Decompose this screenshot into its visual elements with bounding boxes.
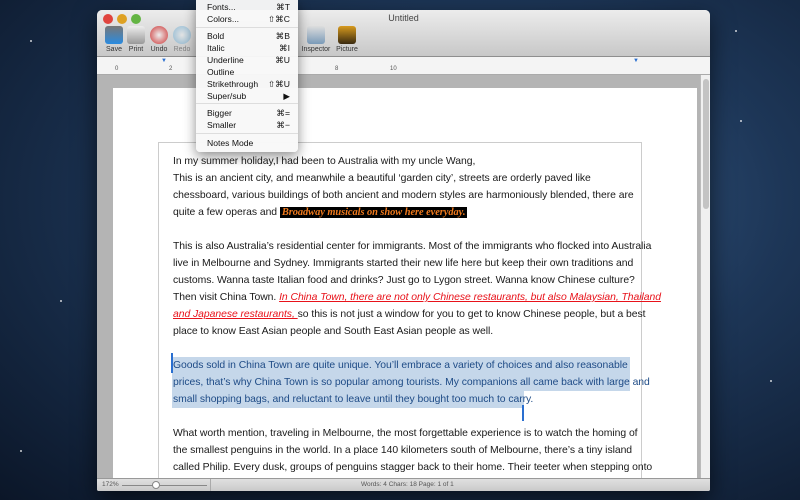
menu-item-strikethrough[interactable]: Strikethrough ⇧⌘U: [207, 79, 290, 90]
zoom-slider-thumb[interactable]: [152, 481, 160, 489]
menu-item-label: Colors...: [207, 14, 239, 24]
text-line: What worth mention, traveling in Melbour…: [173, 428, 638, 439]
text-line: the smallest penguins in the world. In a…: [173, 445, 633, 456]
text-line: and Japanese restaurants, so this is not…: [173, 306, 646, 323]
menu-item-label: Smaller: [207, 120, 237, 130]
menu-item-shortcut: ⌘B: [275, 31, 290, 41]
scrollbar-thumb[interactable]: [703, 79, 709, 209]
undo-icon: [150, 26, 168, 44]
picture-icon: [338, 26, 356, 44]
text-line: Then visit China Town. In China Town, th…: [173, 289, 661, 306]
inspector-icon: [307, 26, 325, 44]
window-title: Untitled: [388, 13, 419, 23]
text-line: chessboard, various buildings of both an…: [173, 190, 634, 201]
redo-icon: [173, 26, 191, 44]
text-line: quite a few operas and Broadway musicals…: [173, 204, 468, 221]
menu-item-shortcut: ⌘U: [275, 55, 290, 65]
text-line: This is an ancient city, and meanwhile a…: [173, 173, 591, 184]
format-font-menu: Fonts... ⌘T Colors... ⇧⌘C Bold ⌘B Italic ⌘I Unde…: [196, 0, 298, 152]
menu-separator: [196, 27, 298, 28]
red-italic-text: and Japanese restaurants,: [173, 309, 298, 320]
document-stats: Words: 4 Chars: 18 Page: 1 of 1: [361, 481, 454, 488]
right-margin-marker[interactable]: ▼: [633, 58, 639, 64]
status-bar: 172% Words: 4 Chars: 18 Page: 1 of 1: [97, 478, 710, 491]
menu-item-label: Underline: [207, 55, 244, 65]
menu-item-smaller[interactable]: Smaller ⌘−: [207, 120, 290, 131]
redo-button[interactable]: Redo: [167, 26, 197, 53]
ruler-tick: 0: [115, 66, 119, 72]
text-line: customs. Wanna taste Italian food and dr…: [173, 275, 635, 286]
undo-label: Undo: [150, 46, 168, 53]
menu-item-label: Notes Mode: [207, 138, 254, 148]
menu-item-shortcut: ⌘I: [279, 43, 290, 53]
textedit-window: Untitled Save Print Undo Redo Inspector …: [97, 10, 710, 491]
title-bar: Untitled Save Print Undo Redo Inspector …: [97, 10, 710, 57]
menu-item-italic[interactable]: Italic ⌘I: [207, 43, 290, 54]
menu-item-label: Bigger: [207, 108, 232, 118]
menu-item-shortcut: ⇧⌘C: [267, 14, 290, 24]
zoom-level: 172%: [102, 481, 119, 488]
menu-item-label: Fonts...: [207, 2, 236, 12]
inspector-button[interactable]: Inspector: [299, 26, 333, 53]
menu-item-label: Strikethrough: [207, 79, 259, 89]
menu-separator: [196, 133, 298, 134]
save-label: Save: [106, 46, 122, 53]
selected-text-line: prices, that’s why China Town is so popu…: [173, 377, 650, 388]
red-italic-text: In China Town, there are not only Chines…: [279, 292, 661, 303]
vertical-scrollbar[interactable]: [700, 75, 710, 478]
menu-item-shortcut: ⌘T: [276, 2, 290, 12]
zoom-slider[interactable]: [122, 485, 207, 486]
ruler-tick: 8: [335, 66, 339, 72]
menu-item-shortcut: ⌘−: [276, 120, 290, 130]
ruler-tick: 10: [390, 66, 397, 72]
menu-item-label: Italic: [207, 43, 225, 53]
inspector-label: Inspector: [301, 46, 331, 53]
text-run: Then visit China Town.: [173, 292, 280, 303]
menu-item-colors[interactable]: Colors... ⇧⌘C: [207, 14, 290, 25]
menu-item-outline[interactable]: Outline: [207, 67, 290, 78]
text-line: place to know East Asian people and Sout…: [173, 326, 494, 337]
selected-text-line: Goods sold in China Town are quite uniqu…: [173, 360, 628, 371]
text-run: quite a few operas and: [173, 207, 280, 218]
text-line: In my summer holiday,I had been to Austr…: [173, 156, 476, 167]
menu-item-label: Bold: [207, 31, 225, 41]
menu-item-shortcut: ⌘=: [276, 108, 290, 118]
text-line: called Philip. Every dusk, groups of pen…: [173, 462, 653, 473]
selected-text-line: small shopping bags, and reluctant to le…: [173, 394, 534, 405]
menu-item-bigger[interactable]: Bigger ⌘=: [207, 108, 290, 119]
menu-separator: [196, 103, 298, 104]
redo-label: Redo: [173, 46, 191, 53]
menu-item-bold[interactable]: Bold ⌘B: [207, 31, 290, 42]
menu-item-underline[interactable]: Underline ⌘U: [207, 55, 290, 66]
ruler[interactable]: 0 2 8 10 ▼ ▼: [97, 57, 710, 75]
menu-item-label: Super/sub: [207, 91, 247, 101]
text-run: so this is not just a window for you to …: [297, 309, 646, 320]
indent-marker[interactable]: ▼: [161, 58, 167, 64]
text-line: This is also Australia’s residential cen…: [173, 241, 652, 252]
text-line: live in Melbourne and Sydney. Immigrants…: [173, 258, 634, 269]
print-label: Print: [128, 46, 144, 53]
picture-label: Picture: [336, 46, 358, 53]
picture-button[interactable]: Picture: [332, 26, 362, 53]
highlighted-text: Broadway musicals on show here everyday.: [279, 207, 468, 218]
menu-item-label: Outline: [207, 67, 235, 77]
menu-item-shortcut: ⇧⌘U: [267, 79, 290, 89]
menu-item-super-sub[interactable]: Super/sub ▶: [207, 91, 290, 102]
divider: [210, 479, 211, 491]
menu-item-notes-mode[interactable]: Notes Mode: [207, 138, 290, 149]
ruler-tick: 2: [169, 66, 173, 72]
menu-item-shortcut: ▶: [283, 91, 290, 101]
menu-item-fonts[interactable]: Fonts... ⌘T: [207, 2, 290, 13]
print-icon: [127, 26, 145, 44]
